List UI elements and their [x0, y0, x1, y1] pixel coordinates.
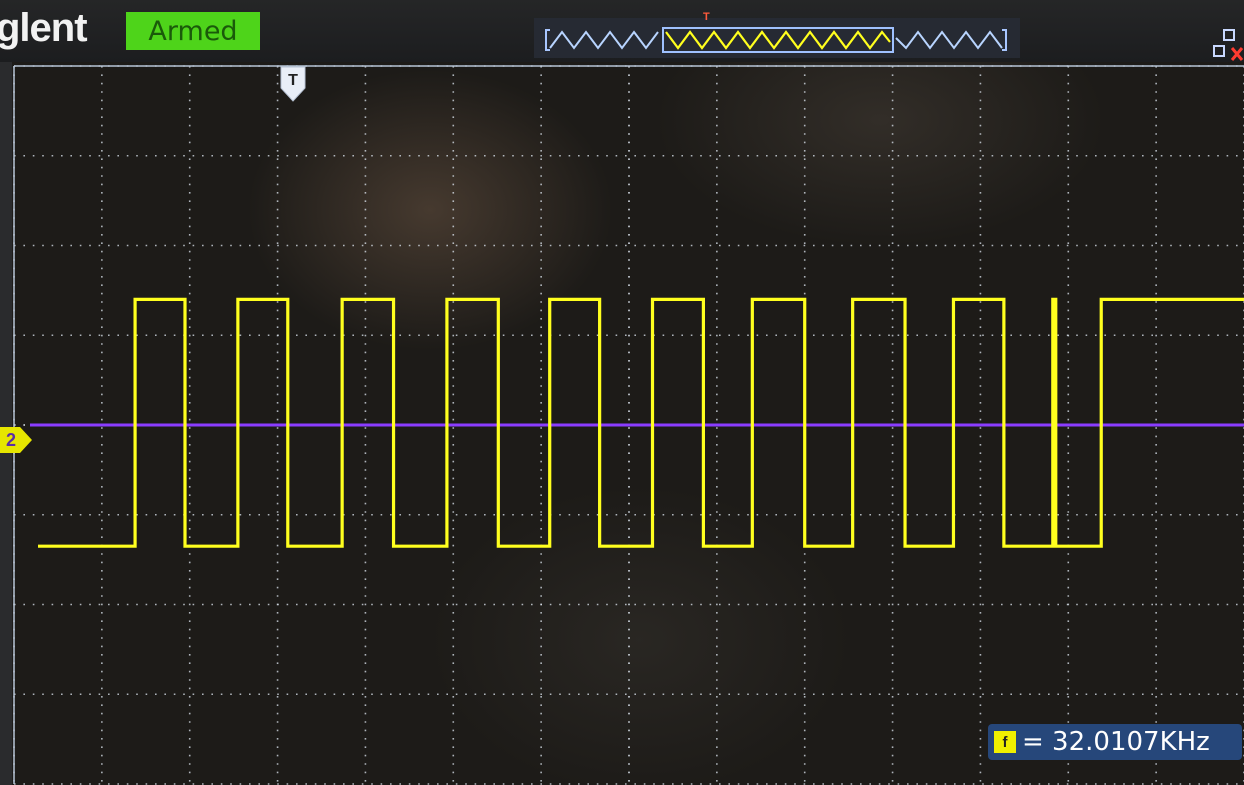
trigger-position-marker[interactable]: T — [280, 66, 306, 102]
oscilloscope-screen: glent Armed T T 2 f = 32.0107KHz — [0, 0, 1244, 785]
channel-2-marker-label: 2 — [6, 430, 16, 450]
frequency-icon: f — [994, 731, 1016, 753]
frequency-readout: f = 32.0107KHz — [988, 724, 1242, 760]
channel-2-level-marker[interactable]: 2 — [0, 424, 34, 456]
trigger-marker-label: T — [288, 72, 298, 89]
channel-1-trace — [38, 297, 1244, 548]
frequency-value: = 32.0107KHz — [1022, 727, 1210, 757]
waveform-plot — [13, 65, 1244, 785]
